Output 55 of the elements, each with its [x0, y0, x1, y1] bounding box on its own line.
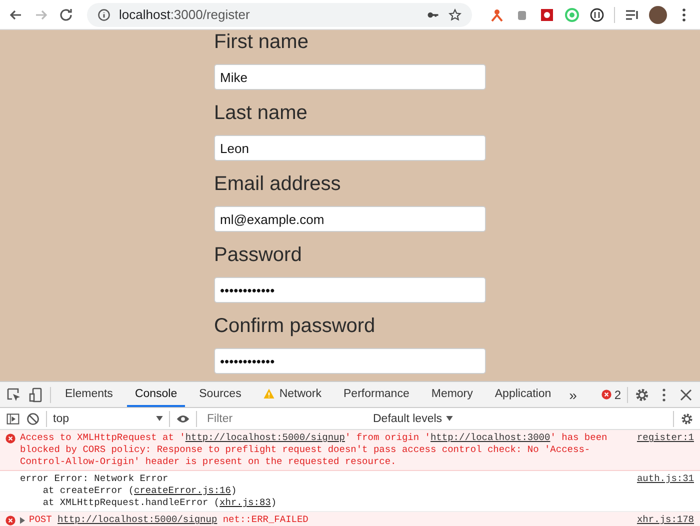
levels-dropdown[interactable]: Default levels: [367, 412, 460, 426]
url-link[interactable]: createError.js:16: [134, 485, 231, 496]
extension-icon[interactable]: [589, 6, 605, 22]
settings-icon[interactable]: [634, 386, 650, 402]
address-bar[interactable]: localhost:3000/register: [87, 2, 472, 26]
more-tabs-button[interactable]: »: [565, 386, 581, 402]
url-text: localhost:3000/register: [119, 7, 250, 22]
error-counter[interactable]: 2: [601, 388, 621, 402]
context-select[interactable]: top: [53, 412, 163, 424]
console-message: error Error: Network Error: [20, 473, 170, 485]
sidebar-icon[interactable]: [6, 412, 20, 426]
close-icon[interactable]: [678, 386, 694, 402]
url-link[interactable]: http://localhost:3000: [430, 432, 550, 443]
input-field[interactable]: ml@example.com: [214, 206, 486, 232]
devtools-tab[interactable]: Performance: [336, 382, 418, 407]
field-label: Password: [214, 243, 303, 267]
devtools-tab[interactable]: Sources: [191, 382, 250, 407]
devtools-tab[interactable]: Elements: [57, 382, 121, 407]
console-message: POST http://localhost:5000/signup net::ERR_FAILED: [29, 514, 310, 526]
field-label: Email address: [214, 172, 342, 196]
field-label: Confirm password: [214, 314, 376, 338]
device-icon[interactable]: [28, 386, 44, 402]
url-link[interactable]: http://localhost:5000/signup: [58, 514, 218, 525]
error-icon: [601, 389, 612, 400]
inspect-icon[interactable]: [6, 386, 22, 402]
clear-icon[interactable]: [26, 412, 40, 426]
settings-icon[interactable]: [680, 412, 694, 426]
console-message: at XMLHttpRequest.handleError (xhr.js:83): [42, 497, 278, 509]
input-field[interactable]: ••••••••••••: [214, 277, 486, 303]
extension-icon[interactable]: [539, 6, 555, 22]
expand-arrow-icon[interactable]: [20, 517, 25, 524]
star-icon[interactable]: [448, 8, 462, 22]
error-icon: [4, 515, 16, 526]
error-icon: [4, 433, 16, 444]
url-link[interactable]: http://localhost:5000/signup: [185, 432, 345, 443]
input-field[interactable]: Mike: [214, 64, 486, 90]
source-link[interactable]: auth.js:31: [636, 473, 694, 485]
input-field[interactable]: Leon: [214, 135, 486, 161]
field-label: Last name: [214, 101, 308, 125]
field-label: First name: [214, 30, 310, 54]
caret-icon: [446, 416, 454, 421]
console-message: at createError (createError.js:16): [42, 485, 238, 497]
info-icon[interactable]: [97, 8, 111, 22]
avatar[interactable]: [649, 6, 667, 24]
devtools-tab[interactable]: Memory: [423, 382, 481, 407]
input-field[interactable]: ••••••••••••: [214, 348, 486, 374]
source-link[interactable]: xhr.js:178: [636, 514, 694, 526]
devtools-tab[interactable]: Network: [255, 382, 330, 407]
devtools-tab[interactable]: Application: [486, 382, 560, 407]
source-link[interactable]: register:1: [636, 432, 694, 444]
console-message: Access to XMLHttpRequest at 'http://localhost:5000/signup' from origin 'http://localhost:3000' has been blocked by CORS policy: Response to preflight request doesn't pass access control check: No 'Access-Control-Allow-Origin' header is present on the requested resource.: [20, 432, 608, 468]
url-link[interactable]: xhr.js:83: [220, 497, 271, 508]
caret-icon: [156, 416, 163, 421]
devtools-tab[interactable]: Console: [126, 382, 186, 407]
reload-icon[interactable]: [58, 6, 74, 22]
